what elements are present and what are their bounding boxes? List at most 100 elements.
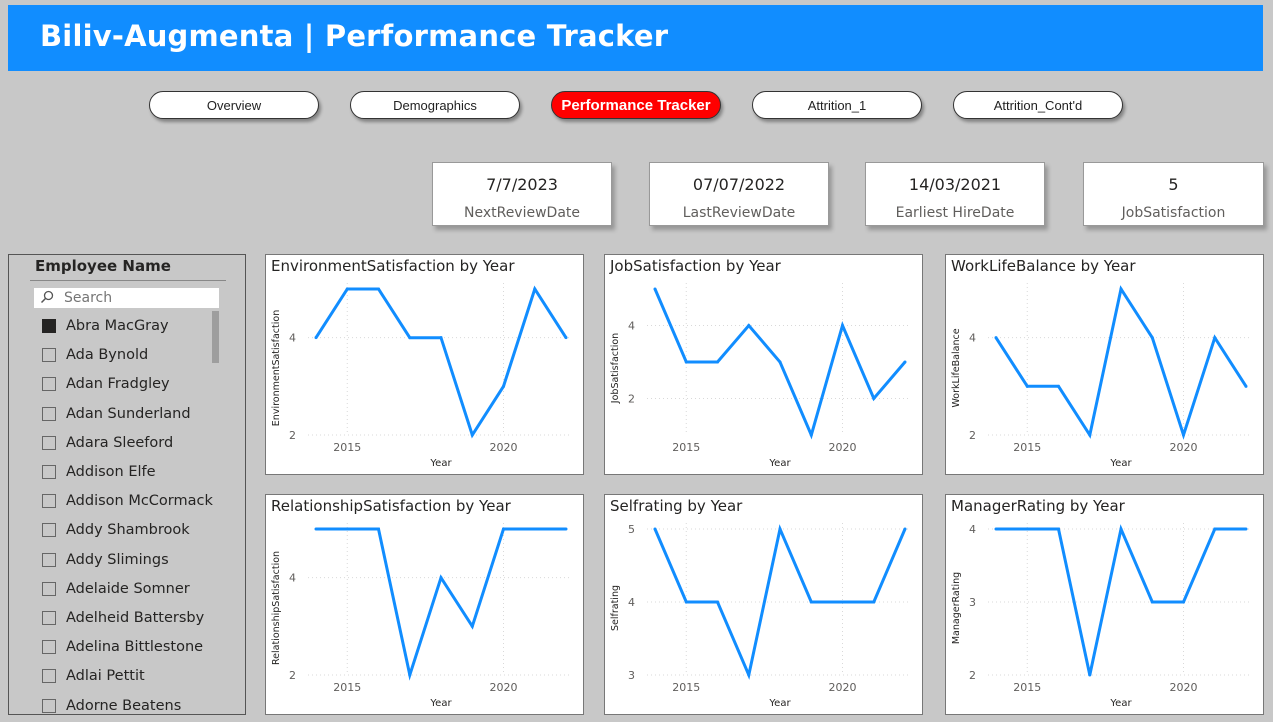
employee-name-label: Abra MacGray <box>66 318 169 334</box>
checkbox[interactable] <box>42 319 56 333</box>
chart-job-satisfaction[interactable]: JobSatisfaction by Year 2 4 2015 2020 Year Jo… <box>604 254 923 475</box>
y-tick-label: 4 <box>289 572 296 585</box>
data-point <box>502 527 505 531</box>
employee-name-label: Addison McCormack <box>66 493 213 510</box>
y-tick-label: 2 <box>289 669 296 682</box>
y-tick-label: 3 <box>969 596 976 609</box>
checkbox[interactable] <box>42 435 56 450</box>
nav-button-demographics[interactable]: Demographics <box>350 91 520 119</box>
nav-button-performance-tracker[interactable]: Performance Tracker <box>551 91 721 119</box>
nav-button-attrition-1[interactable]: Attrition_1 <box>752 91 922 119</box>
data-point <box>1088 673 1092 677</box>
series-line <box>316 527 566 681</box>
employee-name-label: Addison Elfe <box>66 464 156 480</box>
report-header: Biliv-Augmenta | Performance Tracker <box>8 5 1263 71</box>
employee-name-label: Adan Sunderland <box>66 405 191 422</box>
employee-name-label: Adara Sleeford <box>66 434 174 451</box>
checkbox[interactable] <box>42 465 56 479</box>
chart-relationship-satisfaction[interactable]: RelationshipSatisfaction by Year 2 4 2015 2… <box>265 494 584 715</box>
data-point <box>653 287 657 291</box>
x-tick-label: 2020 <box>1170 441 1198 454</box>
checkbox[interactable] <box>42 669 56 684</box>
x-tick-label: 2015 <box>333 441 361 454</box>
y-axis-label: WorkLifeBalance <box>951 328 962 407</box>
checkbox[interactable] <box>42 581 56 596</box>
chart-environment-satisfaction[interactable]: EnvironmentSatisfaction by Year 2 4 2015 20… <box>265 254 584 475</box>
data-point <box>778 360 782 364</box>
checkbox[interactable] <box>42 611 56 625</box>
data-point <box>1182 600 1185 604</box>
checkbox[interactable] <box>42 406 56 421</box>
list-item[interactable]: Adan Fradgley <box>42 373 232 395</box>
y-tick-label: 2 <box>969 669 976 682</box>
checkbox[interactable] <box>42 348 56 363</box>
chart-selfrating[interactable]: Selfrating by Year 3 4 5 2015 2020 Year Selfra… <box>604 494 923 715</box>
data-point <box>809 600 813 604</box>
data-point <box>1057 527 1060 531</box>
list-item[interactable]: Adlai Pettit <box>42 665 232 687</box>
data-point <box>841 324 844 327</box>
checkbox[interactable] <box>42 377 56 392</box>
list-item[interactable]: Adelina Bittlestone <box>42 636 232 658</box>
list-item[interactable]: Adara Sleeford <box>42 432 232 454</box>
data-point <box>994 336 998 340</box>
y-axis-label: Selfrating <box>610 585 621 631</box>
list-item[interactable]: Addy Slimings <box>42 549 232 571</box>
kpi-label: JobSatisfaction <box>1121 205 1226 221</box>
data-point <box>564 527 568 531</box>
data-point <box>1119 527 1123 531</box>
list-item[interactable]: Adelheid Battersby <box>42 607 232 629</box>
kpi-card-next-review-date: 7/7/2023 NextReviewDate <box>432 162 612 226</box>
x-axis-label: Year <box>1109 458 1132 469</box>
data-point <box>1025 384 1029 388</box>
list-item[interactable]: Addison McCormack <box>42 490 232 512</box>
checkbox[interactable] <box>42 494 56 509</box>
series-line <box>994 285 1248 440</box>
x-tick-label: 2015 <box>1013 681 1041 694</box>
y-axis-label: JobSatisfaction <box>610 333 621 404</box>
checkbox[interactable] <box>42 552 56 567</box>
kpi-label: NextReviewDate <box>463 205 581 221</box>
x-tick-label: 2020 <box>829 681 857 694</box>
data-point <box>533 527 537 531</box>
kpi-value: 7/7/2023 <box>486 175 558 194</box>
nav-button-attrition-contd[interactable]: Attrition_Cont'd <box>953 91 1123 119</box>
x-axis-label: Year <box>768 458 791 469</box>
y-tick-label: 2 <box>289 429 296 442</box>
list-item[interactable]: Adan Sunderland <box>42 403 232 425</box>
data-point <box>747 324 751 327</box>
data-point <box>439 336 443 340</box>
chart-manager-rating[interactable]: ManagerRating by Year 2 3 4 2015 2020 Year Man… <box>945 494 1264 715</box>
checkbox[interactable] <box>42 698 56 713</box>
divider <box>30 280 226 281</box>
search-input[interactable] <box>64 288 214 308</box>
employee-name-label: Adlai Pettit <box>66 668 145 685</box>
data-point <box>314 527 318 531</box>
series-line <box>314 285 568 439</box>
checkbox[interactable] <box>42 523 56 538</box>
x-tick-label: 2015 <box>672 441 700 454</box>
x-tick-label: 2020 <box>1170 681 1198 694</box>
employee-name-label: Adelina Bittlestone <box>66 639 204 656</box>
employee-name-label: Adorne Beatens <box>66 697 182 714</box>
y-axis-label: RelationshipSatisfaction <box>271 551 282 665</box>
data-point <box>994 527 998 531</box>
data-point <box>345 527 349 531</box>
page-title: Biliv-Augmenta | Performance Tracker <box>40 19 669 53</box>
x-tick-label: 2015 <box>672 681 700 694</box>
list-item[interactable]: Ada Bynold <box>42 344 232 366</box>
data-point <box>470 624 474 628</box>
data-point <box>564 336 568 340</box>
list-item[interactable]: Addison Elfe <box>42 461 232 483</box>
data-point <box>903 527 907 531</box>
list-item[interactable]: Adelaide Somner <box>42 578 232 600</box>
data-point <box>1244 527 1248 531</box>
slicer-title: Employee Name <box>35 257 171 275</box>
kpi-card-earliest-hire-date: 14/03/2021 Earliest HireDate <box>865 162 1045 226</box>
list-item[interactable]: Addy Shambrook <box>42 519 232 541</box>
nav-button-overview[interactable]: Overview <box>149 91 319 119</box>
chart-work-life-balance[interactable]: WorkLifeBalance by Year 2 4 2015 2020 Year Wo… <box>945 254 1264 475</box>
list-item[interactable]: Abra MacGray <box>42 315 232 337</box>
list-item[interactable]: Adorne Beatens <box>42 695 232 714</box>
checkbox[interactable] <box>42 640 56 655</box>
